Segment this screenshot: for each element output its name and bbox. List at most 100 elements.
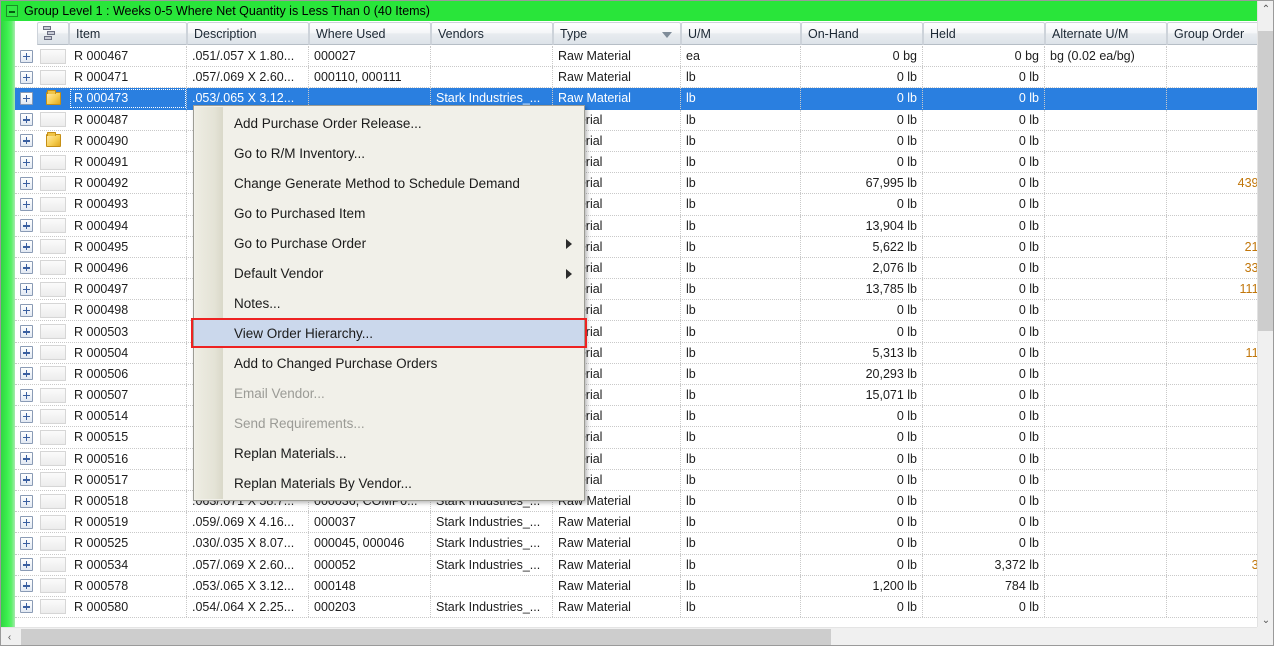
plus-icon[interactable] bbox=[19, 494, 33, 508]
expand-row-button[interactable] bbox=[15, 88, 37, 108]
context-menu-item[interactable]: Notes... bbox=[194, 288, 584, 318]
plus-icon[interactable] bbox=[19, 113, 33, 127]
expand-row-button[interactable] bbox=[15, 597, 37, 617]
plus-icon[interactable] bbox=[19, 367, 33, 381]
context-menu-item-label: Change Generate Method to Schedule Deman… bbox=[234, 175, 520, 191]
expand-row-button[interactable] bbox=[15, 258, 37, 278]
plus-icon[interactable] bbox=[19, 91, 33, 105]
plus-icon[interactable] bbox=[19, 536, 33, 550]
plus-icon[interactable] bbox=[19, 219, 33, 233]
plus-icon[interactable] bbox=[19, 430, 33, 444]
held-cell: 0 lb bbox=[923, 130, 1045, 151]
expand-row-button[interactable] bbox=[15, 194, 37, 214]
column-header-where-used[interactable]: Where Used bbox=[309, 22, 431, 45]
plus-icon[interactable] bbox=[19, 70, 33, 84]
item-cell: R 000503 bbox=[69, 321, 187, 342]
expand-row-button[interactable] bbox=[15, 237, 37, 257]
column-header-um[interactable]: U/M bbox=[681, 22, 801, 45]
plus-icon[interactable] bbox=[19, 176, 33, 190]
group-collapse-toggle-icon[interactable] bbox=[6, 5, 18, 17]
table-row[interactable]: R 000525.030/.035 X 8.07... 000045, 00004… bbox=[15, 533, 1259, 555]
plus-icon[interactable] bbox=[19, 49, 33, 63]
expand-row-button[interactable] bbox=[15, 491, 37, 511]
expand-row-button[interactable] bbox=[15, 279, 37, 299]
table-row[interactable]: R 000534.057/.069 X 2.60... 000052 Stark I… bbox=[15, 554, 1259, 576]
context-menu-item[interactable]: Replan Materials By Vendor... bbox=[194, 468, 584, 498]
plus-icon[interactable] bbox=[19, 473, 33, 487]
expand-row-button[interactable] bbox=[15, 406, 37, 426]
plus-icon[interactable] bbox=[19, 388, 33, 402]
description-cell: .057/.069 X 2.60... bbox=[187, 67, 309, 88]
expand-row-button[interactable] bbox=[15, 216, 37, 236]
description-cell: .057/.069 X 2.60... bbox=[187, 554, 309, 575]
plus-icon[interactable] bbox=[19, 282, 33, 296]
expand-row-button[interactable] bbox=[15, 343, 37, 363]
scroll-left-icon[interactable]: ‹ bbox=[1, 628, 18, 645]
expand-row-button[interactable] bbox=[15, 427, 37, 447]
horizontal-scrollbar-thumb[interactable] bbox=[21, 629, 831, 645]
column-header-held[interactable]: Held bbox=[923, 22, 1045, 45]
plus-icon[interactable] bbox=[19, 303, 33, 317]
expand-row-button[interactable] bbox=[15, 385, 37, 405]
alternate-um-cell bbox=[1045, 88, 1167, 109]
expand-row-button[interactable] bbox=[15, 449, 37, 469]
table-row[interactable]: R 000580.054/.064 X 2.25... 000203 Stark I… bbox=[15, 596, 1259, 619]
expand-row-button[interactable] bbox=[15, 46, 37, 66]
context-menu-item[interactable]: Add Purchase Order Release... bbox=[194, 108, 584, 138]
um-cell: ea bbox=[681, 46, 801, 67]
column-header-group-order[interactable]: Group Order bbox=[1167, 22, 1259, 45]
context-menu-item[interactable]: Default Vendor bbox=[194, 258, 584, 288]
column-header-type[interactable]: Type bbox=[553, 22, 681, 45]
expand-row-button[interactable] bbox=[15, 110, 37, 130]
plus-icon[interactable] bbox=[19, 134, 33, 148]
context-menu-item[interactable]: Change Generate Method to Schedule Deman… bbox=[194, 168, 584, 198]
plus-icon[interactable] bbox=[19, 409, 33, 423]
column-header-alternate-um[interactable]: Alternate U/M bbox=[1045, 22, 1167, 45]
vertical-scrollbar-thumb[interactable] bbox=[1258, 31, 1273, 331]
plus-icon[interactable] bbox=[19, 261, 33, 275]
context-menu-item[interactable]: Go to Purchase Order bbox=[194, 228, 584, 258]
expand-row-button[interactable] bbox=[15, 364, 37, 384]
table-row[interactable]: R 000578.053/.065 X 3.12... 000148 Raw Mat… bbox=[15, 575, 1259, 597]
expand-row-button[interactable] bbox=[15, 470, 37, 490]
vendors-cell bbox=[431, 575, 553, 596]
context-menu-item[interactable]: Add to Changed Purchase Orders bbox=[194, 348, 584, 378]
expand-row-button[interactable] bbox=[15, 576, 37, 596]
column-header-item[interactable]: Item bbox=[69, 22, 187, 45]
table-row[interactable]: R 000519.059/.069 X 4.16... 000037 Stark I… bbox=[15, 512, 1259, 534]
expand-row-button[interactable] bbox=[15, 533, 37, 553]
expand-row-button[interactable] bbox=[15, 152, 37, 172]
plus-icon[interactable] bbox=[19, 240, 33, 254]
column-header-hierarchy[interactable] bbox=[37, 22, 69, 45]
expand-row-button[interactable] bbox=[15, 173, 37, 193]
expand-row-button[interactable] bbox=[15, 300, 37, 320]
vertical-scrollbar[interactable]: ⌃ ⌄ bbox=[1257, 1, 1273, 629]
context-menu-item[interactable]: View Order Hierarchy... bbox=[194, 318, 584, 348]
plus-icon[interactable] bbox=[19, 515, 33, 529]
plus-icon[interactable] bbox=[19, 579, 33, 593]
plus-icon[interactable] bbox=[19, 197, 33, 211]
expand-row-button[interactable] bbox=[15, 512, 37, 532]
table-row[interactable]: R 000467.051/.057 X 1.80... 000027 Raw Mat… bbox=[15, 46, 1259, 68]
plus-icon[interactable] bbox=[19, 600, 33, 614]
column-header-on-hand[interactable]: On-Hand bbox=[801, 22, 923, 45]
plus-icon[interactable] bbox=[19, 558, 33, 572]
plus-icon[interactable] bbox=[19, 325, 33, 339]
horizontal-scrollbar[interactable]: ‹ › bbox=[1, 627, 1273, 645]
context-menu-item[interactable]: Go to Purchased Item bbox=[194, 198, 584, 228]
plus-icon[interactable] bbox=[19, 155, 33, 169]
vendors-cell: Stark Industries_... bbox=[431, 554, 553, 575]
expand-row-button[interactable] bbox=[15, 67, 37, 87]
plus-icon[interactable] bbox=[19, 346, 33, 360]
expand-row-button[interactable] bbox=[15, 321, 37, 341]
group-order-cell bbox=[1167, 364, 1259, 384]
expand-row-button[interactable] bbox=[15, 131, 37, 151]
context-menu-item[interactable]: Replan Materials... bbox=[194, 438, 584, 468]
context-menu-item[interactable]: Go to R/M Inventory... bbox=[194, 138, 584, 168]
scroll-up-icon[interactable]: ⌃ bbox=[1258, 1, 1273, 18]
column-header-description[interactable]: Description bbox=[187, 22, 309, 45]
plus-icon[interactable] bbox=[19, 452, 33, 466]
table-row[interactable]: R 000471.057/.069 X 2.60... 000110, 00011… bbox=[15, 67, 1259, 89]
column-header-vendors[interactable]: Vendors bbox=[431, 22, 553, 45]
expand-row-button[interactable] bbox=[15, 555, 37, 575]
